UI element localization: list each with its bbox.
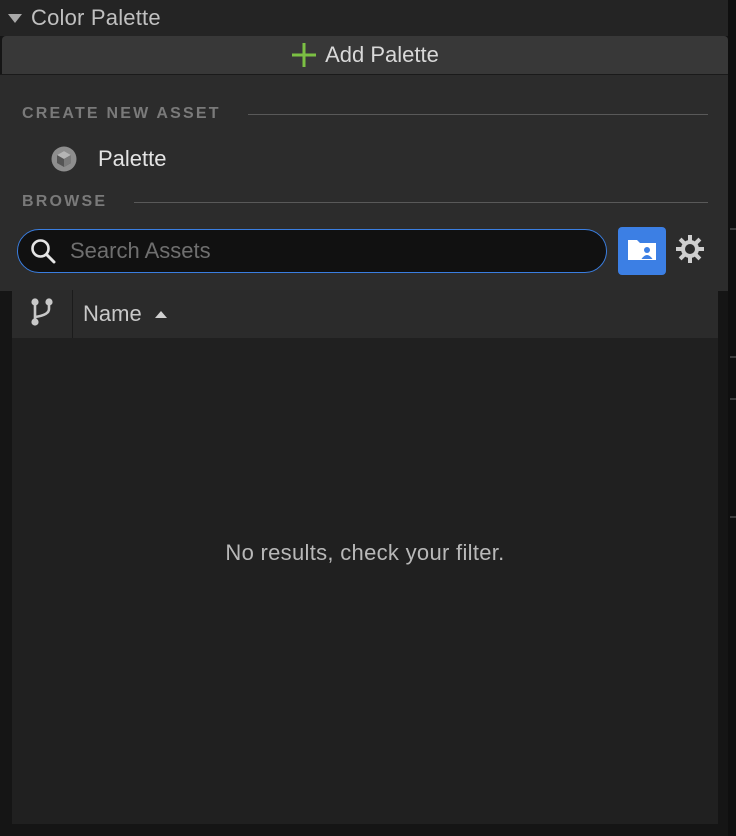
add-palette-button[interactable]: Add Palette [2, 36, 728, 74]
caret-down-icon[interactable] [5, 8, 25, 28]
source-control-column[interactable] [12, 290, 73, 338]
menu-item-palette[interactable]: Palette [40, 141, 700, 177]
right-edge-border [728, 0, 736, 836]
asset-list: Name No results, check your filter. [12, 290, 718, 824]
gear-icon [675, 234, 705, 269]
name-column-label: Name [83, 301, 142, 326]
bottom-border [0, 824, 728, 836]
divider [248, 114, 708, 115]
search-box[interactable] [17, 229, 607, 273]
section-header[interactable]: Color Palette [0, 0, 728, 36]
search-icon [28, 236, 58, 266]
sort-ascending-icon [154, 309, 168, 319]
asset-folder-button[interactable] [618, 227, 666, 275]
folder-user-icon [626, 236, 658, 267]
settings-button[interactable] [672, 233, 708, 269]
empty-results-message: No results, check your filter. [225, 540, 505, 565]
palette-asset-icon [50, 145, 78, 173]
divider [134, 202, 708, 203]
section-title: Color Palette [31, 5, 161, 30]
add-palette-dropdown: CREATE NEW ASSET Palette BROWSE [0, 74, 728, 291]
table-header: Name [12, 290, 718, 338]
search-input[interactable] [70, 238, 606, 264]
plus-icon [291, 42, 317, 68]
browse-heading: BROWSE [22, 193, 108, 210]
name-column-header[interactable]: Name [83, 301, 168, 327]
color-palette-panel: Color Palette Add Palette CREATE NEW ASS… [0, 0, 736, 836]
create-new-asset-heading: CREATE NEW ASSET [22, 105, 221, 122]
branch-icon [28, 296, 56, 333]
add-palette-label: Add Palette [325, 42, 439, 67]
menu-item-label: Palette [98, 146, 167, 171]
